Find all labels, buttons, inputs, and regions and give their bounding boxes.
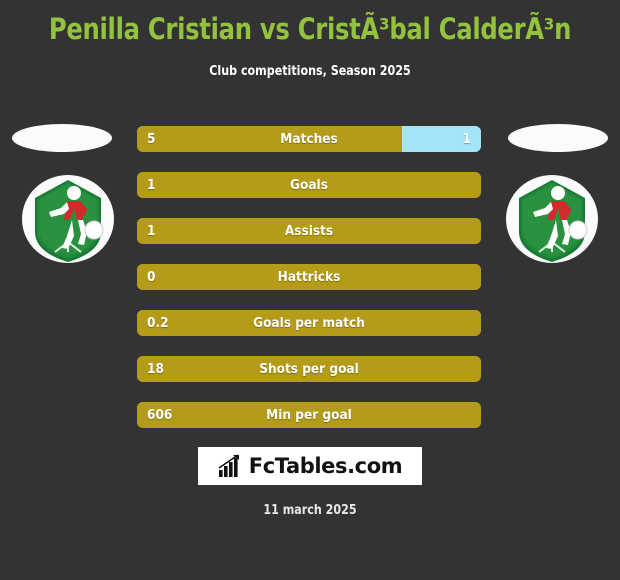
page-title: Penilla Cristian vs CristÃ³bal CalderÃ³n [48, 12, 572, 46]
stat-row: 5 Matches 1 [137, 126, 481, 152]
stat-label: Assists [284, 223, 334, 239]
stat-label: Hattricks [277, 269, 341, 285]
stat-label: Goals [290, 177, 328, 193]
soccer-player-shield-icon [506, 175, 598, 263]
stat-label: Shots per goal [259, 361, 359, 377]
soccer-player-shield-icon [22, 175, 114, 263]
footer-date: 11 march 2025 [263, 503, 357, 518]
away-club-logo [508, 124, 608, 152]
stat-comparison-list: 5 Matches 1 1 Goals 1 Assists 0 Hattricks 0.2 Goal… [137, 126, 481, 448]
fctables-brand[interactable]: FcTables.com [198, 447, 422, 485]
brand-text: FcTables.com [248, 454, 403, 478]
away-player-avatar [501, 168, 603, 270]
stat-row: 1 Goals [137, 172, 481, 198]
home-player-avatar [17, 168, 119, 270]
stat-row: 0 Hattricks [137, 264, 481, 290]
stat-row: 0.2 Goals per match [137, 310, 481, 336]
stat-row: 18 Shots per goal [137, 356, 481, 382]
stat-row: 1 Assists [137, 218, 481, 244]
stat-label: Min per goal [266, 407, 352, 423]
stat-label: Goals per match [253, 315, 365, 331]
home-club-logo [12, 124, 112, 152]
bar-chart-trend-icon [218, 454, 239, 477]
away-value: 1 [462, 131, 471, 147]
page-subtitle: Club competitions, Season 2025 [209, 64, 411, 79]
stat-label: Matches [280, 131, 338, 147]
stat-row: 606 Min per goal [137, 402, 481, 428]
